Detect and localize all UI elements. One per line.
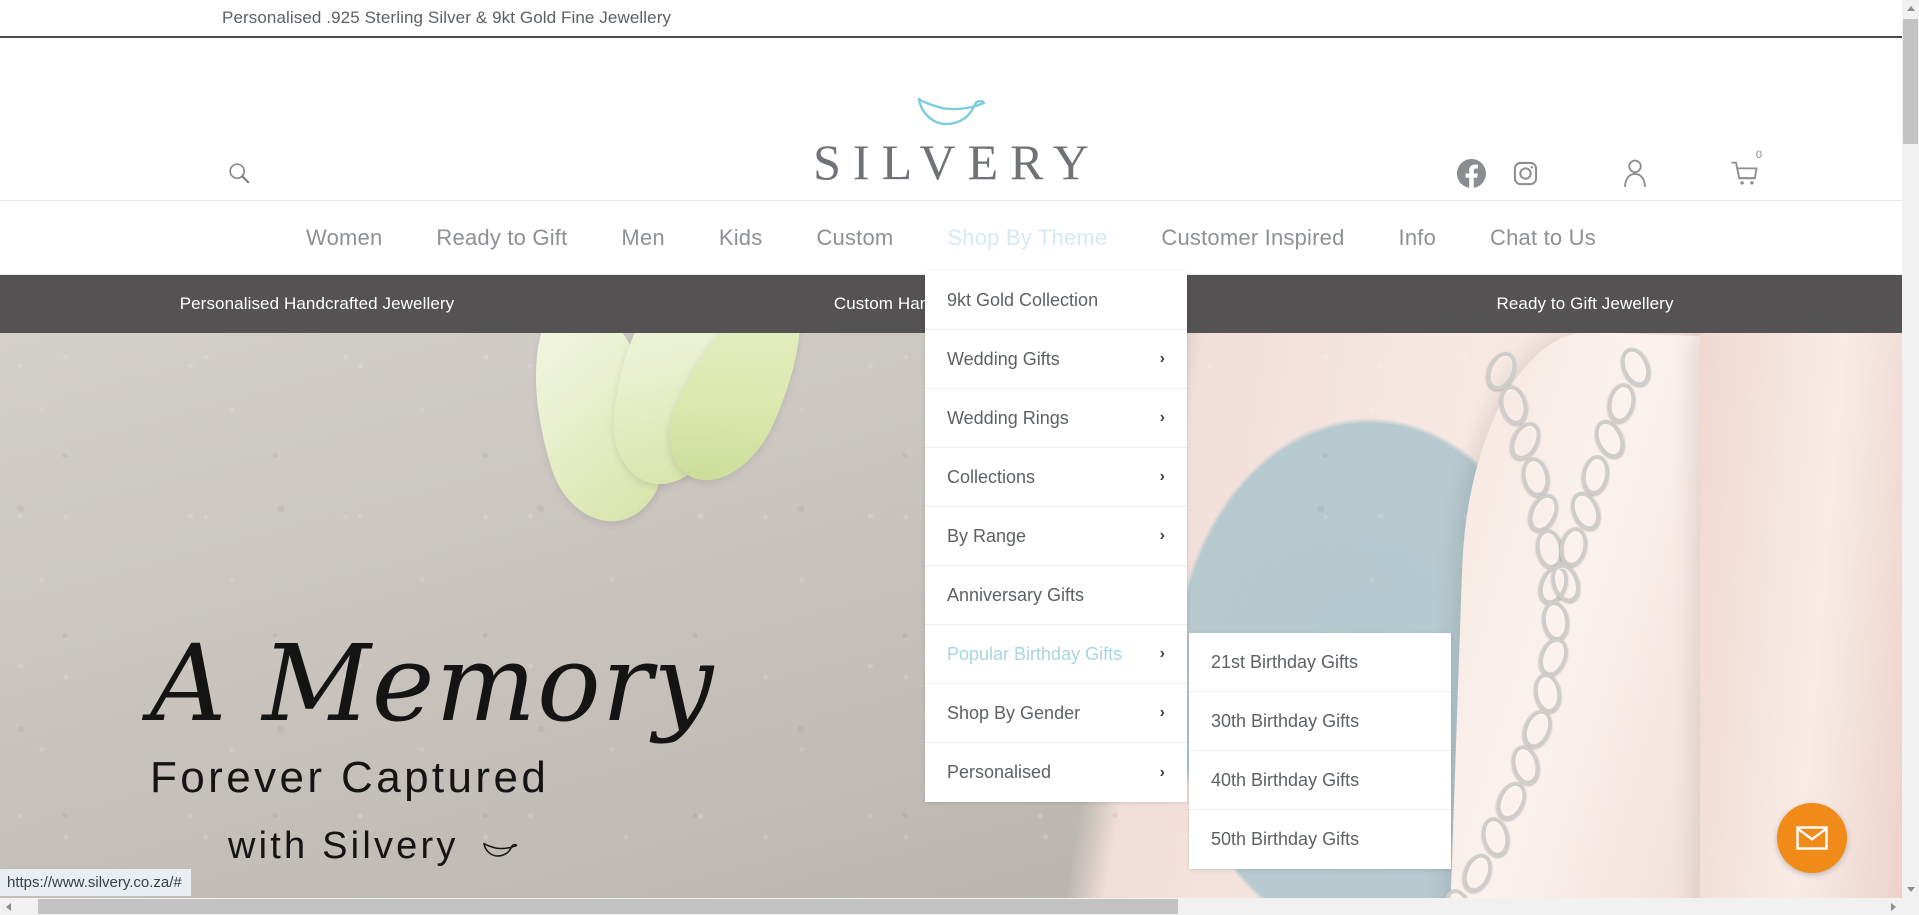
bird-glyph-icon: [483, 842, 518, 857]
nav-item-kids[interactable]: Kids: [692, 225, 790, 251]
chevron-right-icon: ›: [1159, 468, 1165, 485]
chevron-right-icon: ›: [1159, 350, 1165, 367]
cart-icon[interactable]: 0: [1718, 148, 1772, 198]
instagram-icon[interactable]: [1498, 148, 1552, 198]
status-bar-url: https://www.silvery.co.za/#: [7, 874, 182, 891]
chevron-right-icon: ›: [1159, 527, 1165, 544]
scroll-down-arrow[interactable]: [1902, 881, 1919, 898]
chat-widget-button[interactable]: [1777, 803, 1847, 873]
scroll-right-arrow[interactable]: [1885, 898, 1902, 915]
account-icon[interactable]: [1608, 148, 1662, 198]
dropdown-item-label: By Range: [947, 525, 1027, 546]
hero-sub-line: Forever Captured: [150, 752, 550, 802]
scrollbar-corner: [1902, 898, 1919, 915]
site-header: SILVERY 0: [0, 38, 1902, 201]
dropdown-item-wedding-rings[interactable]: Wedding Rings ›: [925, 389, 1187, 448]
announcement-bar: Personalised .925 Sterling Silver & 9kt …: [0, 0, 1902, 38]
hero-sub-line-2: with Silvery: [150, 825, 714, 868]
dropdown-item-wedding-gifts[interactable]: Wedding Gifts ›: [925, 330, 1187, 389]
dropdown-item-label: 9kt Gold Collection: [947, 289, 1099, 310]
dropdown-item-9kt-gold-collection[interactable]: 9kt Gold Collection: [925, 271, 1187, 330]
hero-script-line: A Memory: [150, 622, 715, 745]
bird-logo-icon: [917, 97, 986, 126]
promo-item-ready-to-gift[interactable]: Ready to Gift Jewellery: [1268, 294, 1902, 314]
horizontal-scrollbar-thumb[interactable]: [38, 899, 1178, 914]
dropdown-item-label: Wedding Rings: [947, 407, 1069, 428]
chevron-right-icon: ›: [1159, 763, 1165, 781]
nav-item-shop-by-theme[interactable]: Shop By Theme: [920, 225, 1134, 251]
hero-text-block: A Memory Forever Captured with Silvery: [150, 622, 715, 868]
logo-wordmark: SILVERY: [813, 134, 1101, 190]
dropdown-item-label: Collections: [947, 466, 1036, 487]
chevron-right-icon: ›: [1159, 704, 1165, 721]
facebook-icon[interactable]: [1444, 148, 1498, 198]
nav-item-chat-to-us[interactable]: Chat to Us: [1463, 225, 1623, 251]
dropdown-item-label: Anniversary Gifts: [947, 584, 1085, 605]
nav-item-men[interactable]: Men: [594, 225, 691, 251]
dropdown-item-popular-birthday-gifts[interactable]: Popular Birthday Gifts ›: [925, 625, 1187, 684]
promo-item-personalised[interactable]: Personalised Handcrafted Jewellery: [0, 294, 634, 314]
site-logo[interactable]: SILVERY: [741, 94, 1161, 187]
hero-sub-line-2-text: with Silvery: [228, 824, 459, 867]
dropdown-item-label: Personalised: [947, 762, 1052, 782]
vertical-scrollbar[interactable]: [1902, 0, 1919, 915]
nav-item-women[interactable]: Women: [279, 225, 409, 251]
dropdown-item-anniversary-gifts[interactable]: Anniversary Gifts: [925, 566, 1187, 625]
dropdown-item-label: Wedding Gifts: [947, 348, 1060, 369]
chevron-right-icon: ›: [1159, 645, 1165, 662]
scroll-up-arrow[interactable]: [1902, 0, 1919, 17]
submenu-item-50th-birthday-gifts[interactable]: 50th Birthday Gifts: [1189, 810, 1451, 869]
shop-by-theme-dropdown: 9kt Gold Collection Wedding Gifts › Wedd…: [925, 271, 1187, 802]
nav-item-info[interactable]: Info: [1372, 225, 1464, 251]
horizontal-scrollbar[interactable]: [0, 898, 1902, 915]
submenu-item-40th-birthday-gifts[interactable]: 40th Birthday Gifts: [1189, 751, 1451, 810]
scroll-left-arrow[interactable]: [0, 898, 17, 915]
chevron-right-icon: ›: [1159, 409, 1165, 426]
dropdown-item-label: Shop By Gender: [947, 702, 1081, 723]
primary-nav: Women Ready to Gift Men Kids Custom Shop…: [0, 201, 1902, 275]
dropdown-item-collections[interactable]: Collections ›: [925, 448, 1187, 507]
header-icon-group: 0: [1444, 148, 1902, 198]
status-bar-link-preview: https://www.silvery.co.za/#: [0, 869, 191, 896]
nav-item-customer-inspired[interactable]: Customer Inspired: [1134, 225, 1371, 251]
dropdown-item-shop-by-gender[interactable]: Shop By Gender ›: [925, 684, 1187, 743]
search-icon[interactable]: [222, 156, 256, 190]
browser-page: Personalised .925 Sterling Silver & 9kt …: [0, 0, 1919, 915]
dropdown-item-label: Popular Birthday Gifts: [947, 643, 1123, 664]
submenu-item-21st-birthday-gifts[interactable]: 21st Birthday Gifts: [1189, 633, 1451, 692]
submenu-item-30th-birthday-gifts[interactable]: 30th Birthday Gifts: [1189, 692, 1451, 751]
dropdown-item-by-range[interactable]: By Range ›: [925, 507, 1187, 566]
cart-count-badge: 0: [1755, 149, 1762, 161]
nav-item-custom[interactable]: Custom: [789, 225, 920, 251]
popular-birthday-gifts-submenu: 21st Birthday Gifts 30th Birthday Gifts …: [1189, 633, 1451, 869]
envelope-icon: [1796, 826, 1828, 850]
nav-item-ready-to-gift[interactable]: Ready to Gift: [409, 225, 594, 251]
page-viewport: Personalised .925 Sterling Silver & 9kt …: [0, 0, 1902, 915]
announcement-text: Personalised .925 Sterling Silver & 9kt …: [222, 8, 672, 27]
dropdown-item-personalised[interactable]: Personalised ›: [925, 743, 1187, 802]
vertical-scrollbar-thumb[interactable]: [1903, 19, 1918, 144]
